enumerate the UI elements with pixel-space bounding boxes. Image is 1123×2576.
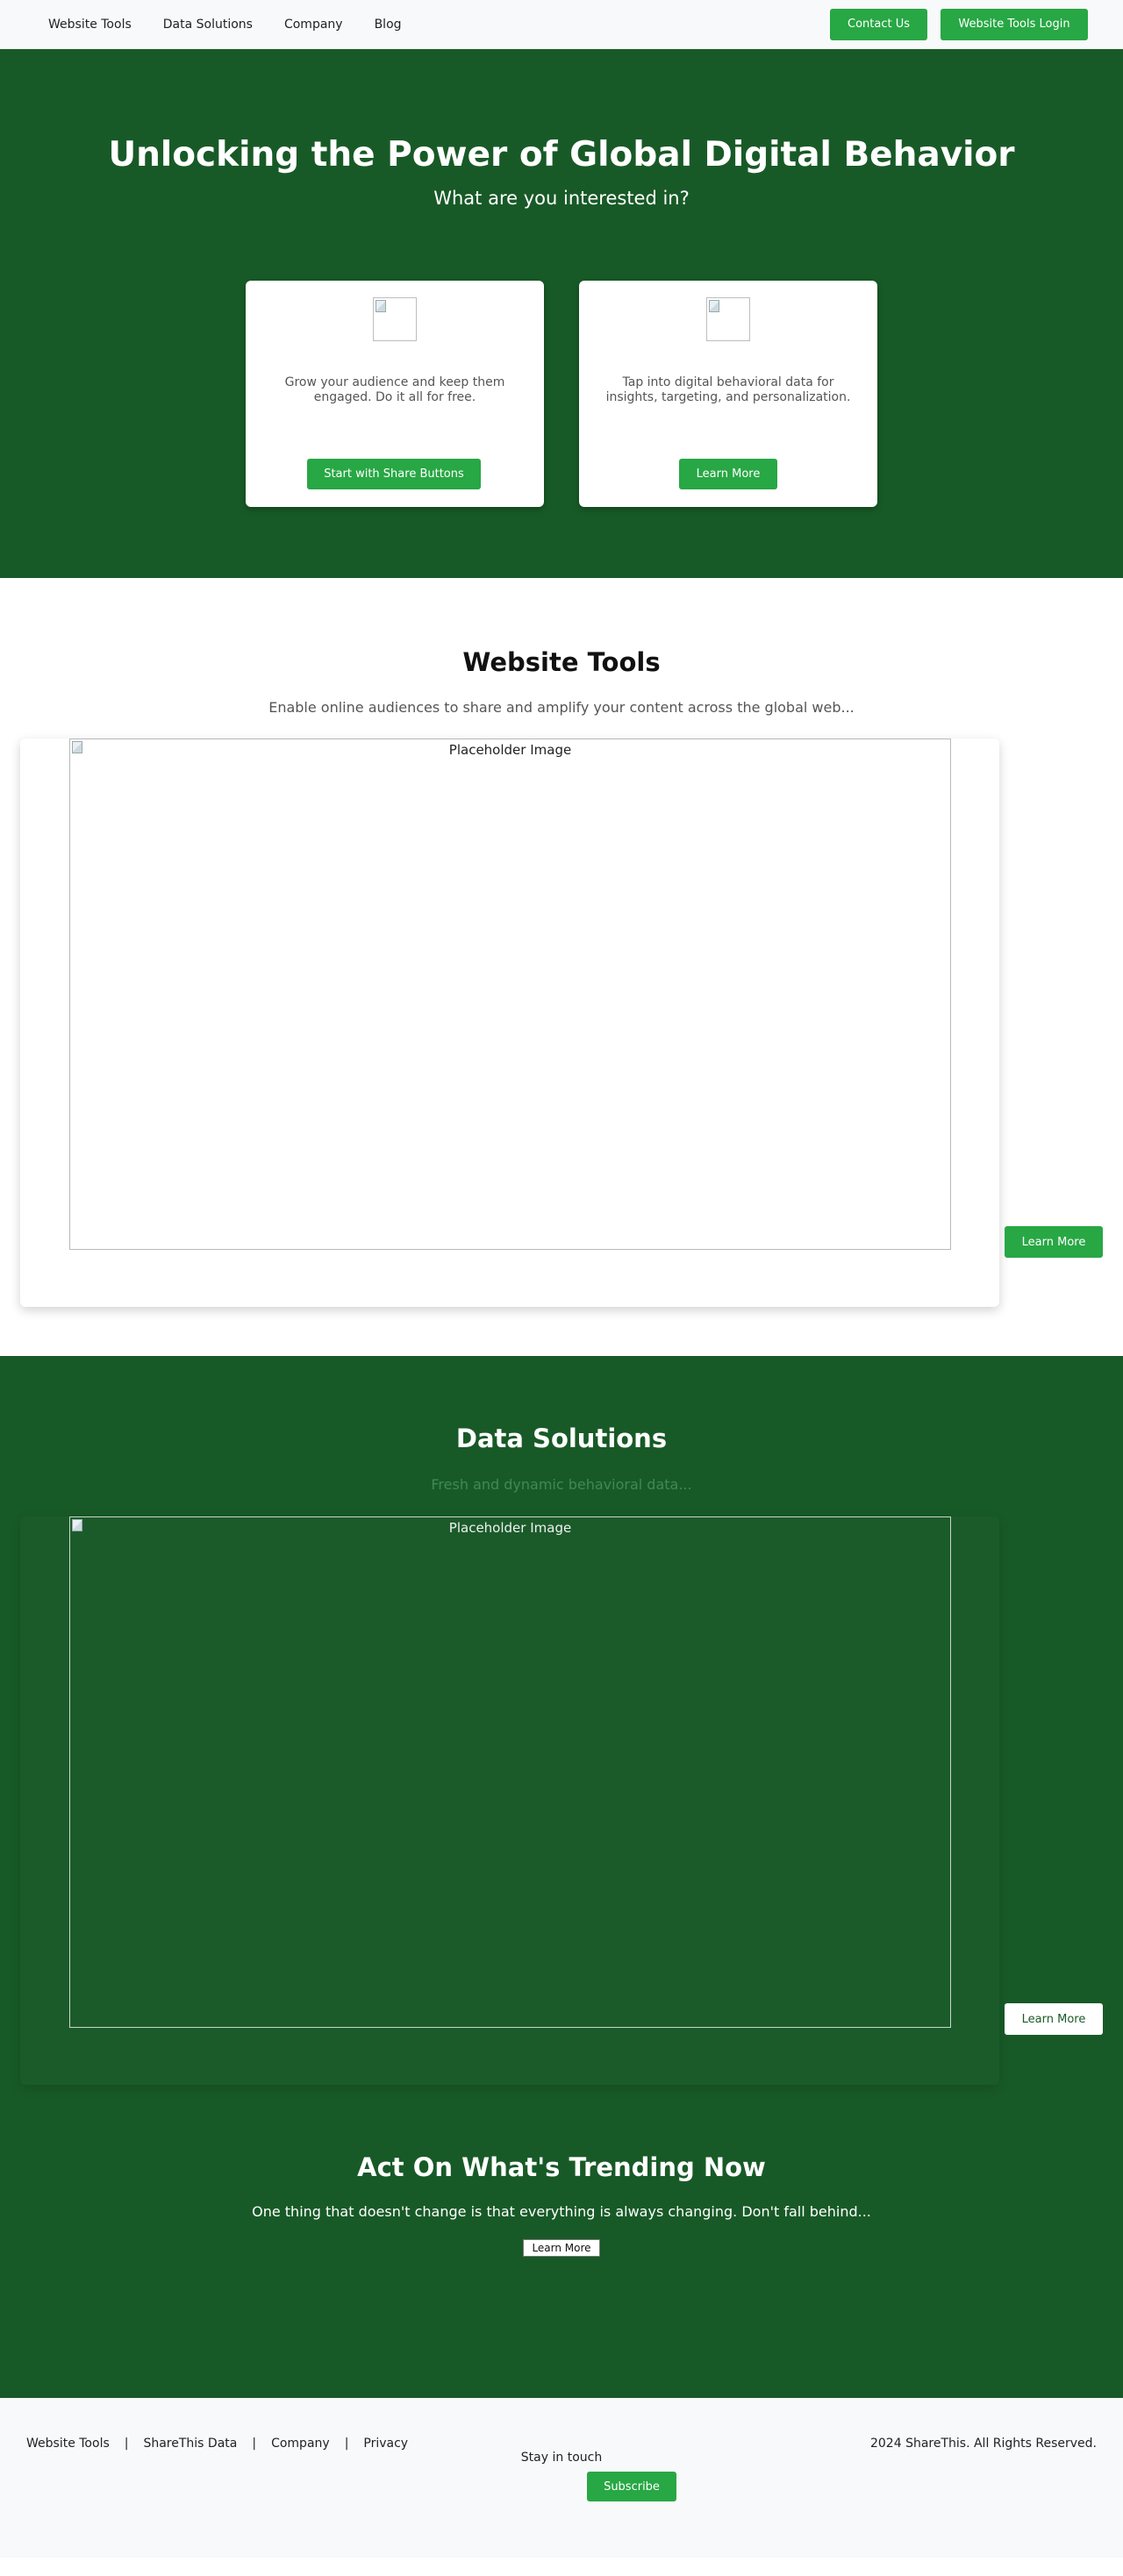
footer-links: Website Tools | ShareThis Data | Company…: [26, 2437, 408, 2451]
nav-links: Website Tools Data Solutions Company Blo…: [48, 18, 433, 32]
website-tools-image: Placeholder Image: [69, 739, 951, 1250]
trending-section: Act On What's Trending Now One thing tha…: [0, 2137, 1123, 2398]
share-buttons-card-image: [373, 297, 417, 341]
trending-learn-more-button[interactable]: Learn More: [523, 2239, 600, 2257]
data-solutions-section: Data Solutions Fresh and dynamic behavio…: [0, 1356, 1123, 2137]
nav-link-website-tools[interactable]: Website Tools: [48, 18, 132, 32]
data-card-image: [706, 297, 750, 341]
data-card: Tap into digital behavioral data for ins…: [579, 281, 877, 507]
broken-image-icon: [72, 1519, 82, 1531]
footer-link-website-tools[interactable]: Website Tools: [26, 2437, 110, 2451]
hero-section: Unlocking the Power of Global Digital Be…: [0, 49, 1123, 578]
copyright-text: 2024 ShareThis. All Rights Reserved.: [869, 2437, 1097, 2451]
footer-link-company[interactable]: Company: [271, 2437, 330, 2451]
footer-separator: |: [124, 2437, 129, 2451]
footer: Website Tools | ShareThis Data | Company…: [0, 2398, 1123, 2558]
nav-actions: Contact Us Website Tools Login: [830, 8, 1088, 40]
image-alt-text: Placeholder Image: [448, 742, 572, 758]
data-solutions-learn-more-button[interactable]: Learn More: [1005, 2003, 1103, 2035]
website-tools-learn-more-button[interactable]: Learn More: [1005, 1226, 1103, 1258]
nav-link-company[interactable]: Company: [284, 18, 343, 32]
broken-image-icon: [709, 300, 719, 312]
contact-us-button[interactable]: Contact Us: [830, 8, 927, 40]
top-navbar: Website Tools Data Solutions Company Blo…: [0, 0, 1123, 49]
hero-title: Unlocking the Power of Global Digital Be…: [108, 135, 1015, 175]
data-solutions-subtitle: Fresh and dynamic behavioral data...: [431, 1476, 692, 1493]
trending-title: Act On What's Trending Now: [357, 2152, 766, 2182]
nav-link-data-solutions[interactable]: Data Solutions: [163, 18, 253, 32]
website-tools-login-button[interactable]: Website Tools Login: [941, 8, 1088, 40]
trending-subtitle: One thing that doesn't change is that ev…: [252, 2203, 871, 2220]
footer-separator: |: [344, 2437, 349, 2451]
footer-link-privacy[interactable]: Privacy: [363, 2437, 408, 2451]
nav-link-blog[interactable]: Blog: [375, 18, 402, 32]
data-card-text: Tap into digital behavioral data for ins…: [605, 375, 851, 404]
data-solutions-image: Placeholder Image: [69, 1516, 951, 2028]
broken-image-icon: [376, 300, 386, 312]
website-tools-subtitle: Enable online audiences to share and amp…: [268, 699, 855, 716]
footer-link-sharethis-data[interactable]: ShareThis Data: [143, 2437, 237, 2451]
hero-subtitle: What are you interested in?: [433, 188, 690, 209]
website-tools-section: Website Tools Enable online audiences to…: [0, 578, 1123, 1356]
image-alt-text: Placeholder Image: [448, 1520, 572, 1536]
stay-in-touch-label: Stay in touch: [520, 2451, 603, 2465]
subscribe-button[interactable]: Subscribe: [587, 2472, 676, 2501]
share-buttons-card-text: Grow your audience and keep them engaged…: [284, 375, 505, 404]
data-learn-more-button[interactable]: Learn More: [679, 459, 777, 489]
data-solutions-title: Data Solutions: [455, 1424, 668, 1453]
website-tools-title: Website Tools: [462, 647, 661, 677]
share-buttons-card: Grow your audience and keep them engaged…: [246, 281, 544, 507]
start-share-buttons-button[interactable]: Start with Share Buttons: [307, 459, 481, 489]
footer-separator: |: [252, 2437, 257, 2451]
broken-image-icon: [72, 741, 82, 753]
